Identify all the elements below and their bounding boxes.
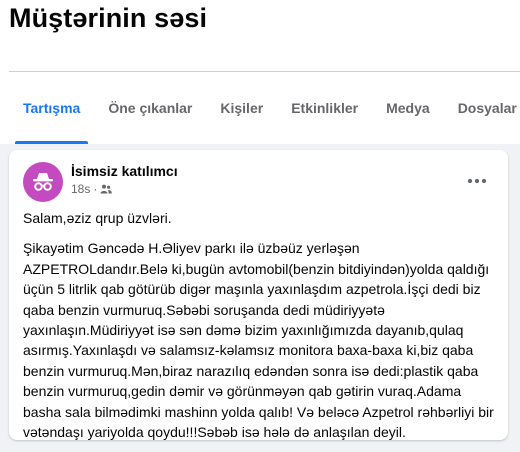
tab-medya[interactable]: Medya [372,72,444,144]
post-author[interactable]: İsimsiz katılımcı [71,163,178,179]
anonymous-incognito-icon [33,173,53,191]
tab-label: Öne çıkanlar [108,100,193,116]
more-horizontal-icon [467,178,487,184]
tab-dosyalar[interactable]: Dosyalar [444,72,520,144]
tab-etkinlikler[interactable]: Etkinlikler [277,72,372,144]
active-tab-indicator [15,141,89,144]
group-header: Müştərinin səsi Tartışma Öne çıkanlar Ki… [0,0,520,144]
group-audience-icon [100,184,113,194]
tab-kisiler[interactable]: Kişiler [206,72,277,144]
group-tabs: Tartışma Öne çıkanlar Kişiler Etkinlikle… [9,72,520,144]
tab-label: Etkinlikler [291,100,359,116]
post-card: İsimsiz katılımcı 18s · Salam,əziz qrup … [9,150,508,440]
tab-one-cikanlar[interactable]: Öne çıkanlar [94,72,206,144]
tab-label: Tartışma [23,100,81,116]
tab-label: Kişiler [220,100,264,116]
post-options-button[interactable] [462,166,492,196]
avatar[interactable] [23,162,63,202]
tab-tartisma[interactable]: Tartışma [9,72,94,144]
post-content: Salam,əziz qrup üzvləri. Şikayətim Gəncə… [23,208,497,452]
post-greeting: Salam,əziz qrup üzvləri. [23,210,172,226]
tab-label: Medya [386,100,430,116]
meta-separator: · [93,182,98,196]
post-body: Şikayətim Gəncədə H.Əliyev parkı ilə üzb… [23,240,494,441]
tab-label: Dosyalar [457,100,517,116]
group-title: Müştərinin səsi [9,3,208,33]
post-meta: 18s · [71,182,113,196]
post-timestamp[interactable]: 18s [71,182,90,196]
